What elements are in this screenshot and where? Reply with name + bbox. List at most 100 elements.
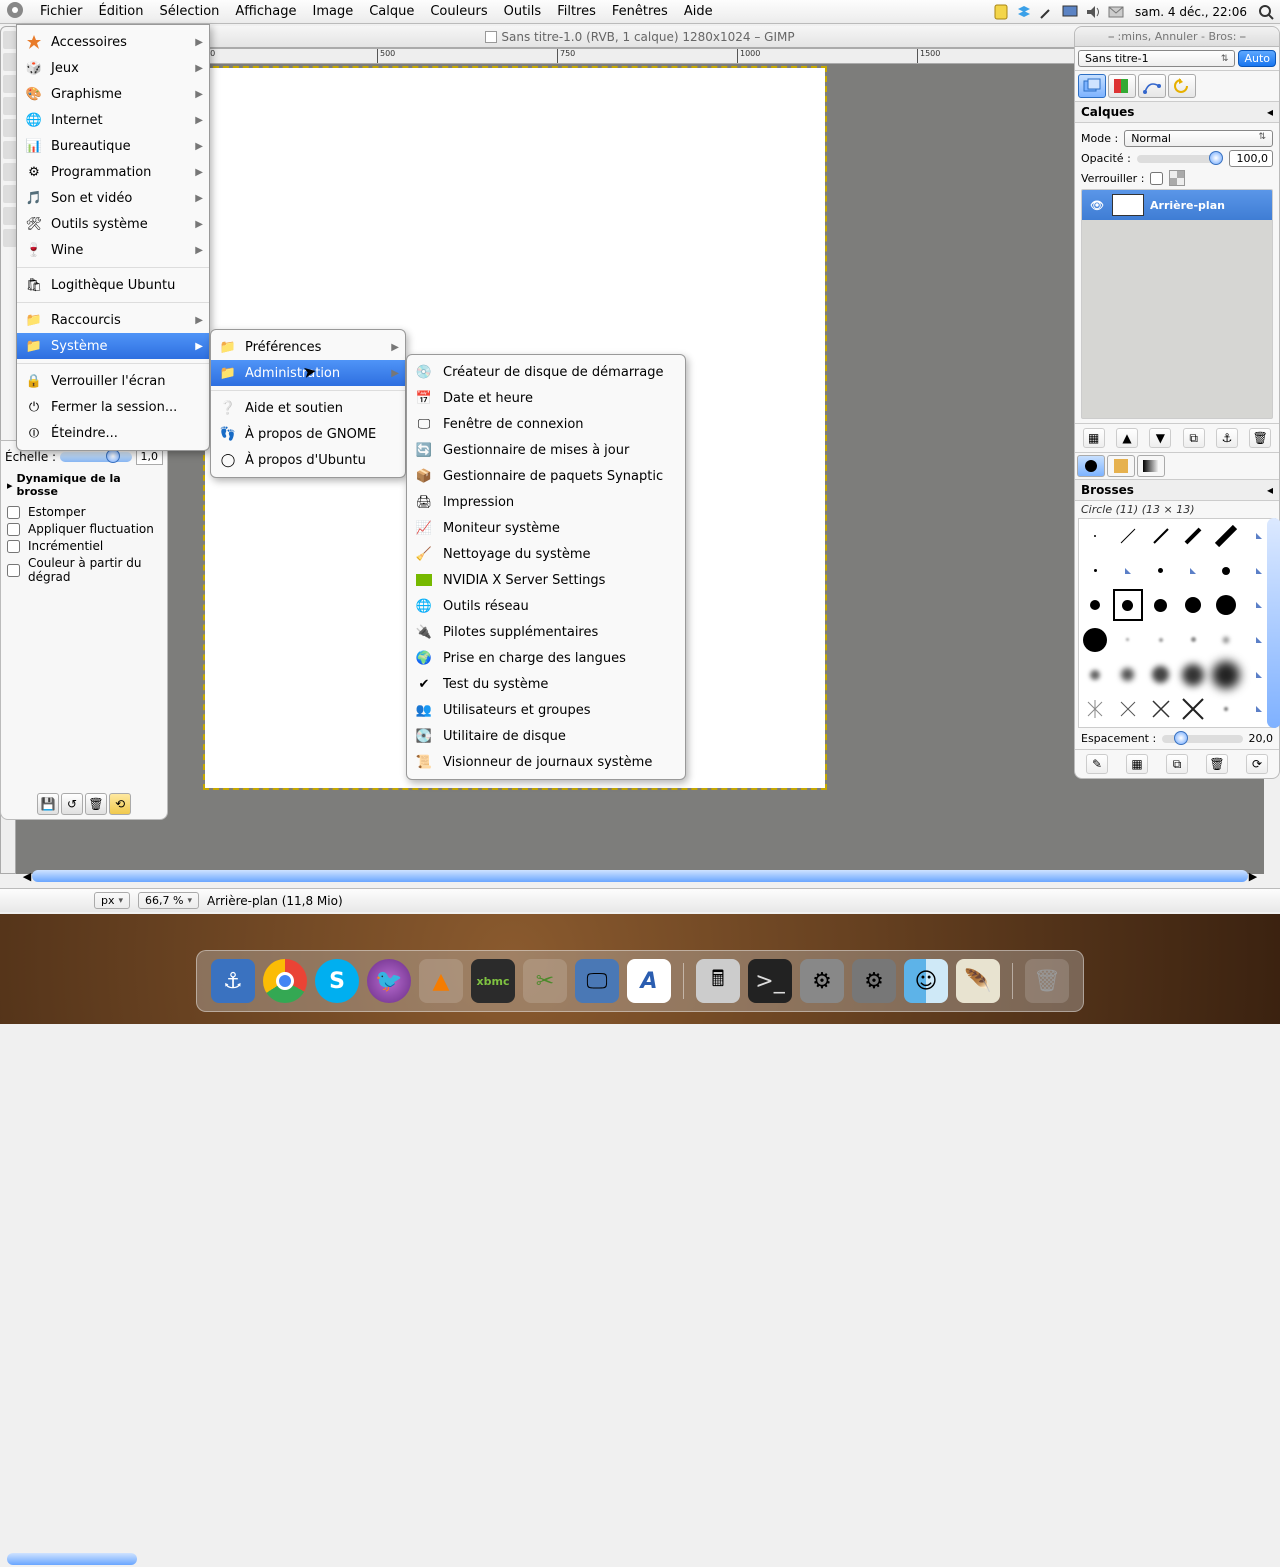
admin-utilisateurs[interactable]: 👥Utilisateurs et groupes [407,697,685,723]
dock-gear-icon[interactable]: ⚙ [852,959,896,1003]
opacity-value[interactable]: 100,0 [1229,150,1273,167]
auto-button[interactable]: Auto [1238,50,1276,67]
admin-fenetre-connexion[interactable]: 🖵Fenêtre de connexion [407,411,685,437]
dock-text-icon[interactable]: A [627,959,671,1003]
dock-gimp-icon[interactable]: 🪶 [956,959,1000,1003]
dock-display-icon[interactable]: 🖵 [575,959,619,1003]
brush-tray-icon[interactable] [1039,4,1055,20]
menu-aide[interactable]: Aide [676,4,721,19]
menu-couleurs[interactable]: Couleurs [422,4,495,19]
menu-wine[interactable]: 🍷Wine▶ [17,237,209,263]
admin-nvidia[interactable]: NVIDIA X Server Settings [407,567,685,593]
menu-fenetres[interactable]: Fenêtres [604,4,676,19]
admin-impression[interactable]: 🖨Impression [407,489,685,515]
layer-row[interactable]: 👁 Arrière-plan [1082,190,1272,220]
canvas-hscrollbar[interactable]: ◀▶ [20,870,1260,884]
menu-programmation[interactable]: ⚙Programmation▶ [17,159,209,185]
admin-nettoyage[interactable]: 🧹Nettoyage du système [407,541,685,567]
menu-selection[interactable]: Sélection [151,4,227,19]
lower-layer-icon[interactable]: ▼ [1149,428,1171,448]
volume-icon[interactable] [1085,4,1101,20]
menu-raccourcis[interactable]: 📁Raccourcis▶ [17,307,209,333]
image-selector[interactable]: Sans titre-1⇅ [1078,50,1235,67]
admin-outils-reseau[interactable]: 🌐Outils réseau [407,593,685,619]
layers-list[interactable]: 👁 Arrière-plan [1081,189,1273,419]
menu-image[interactable]: Image [304,4,361,19]
dock-settings-icon[interactable]: ⚙ [800,959,844,1003]
menu-calque[interactable]: Calque [361,4,422,19]
tab-undo-icon[interactable] [1168,74,1196,98]
eye-icon[interactable]: 👁 [1088,199,1106,212]
edit-brush-icon[interactable]: ✎ [1086,754,1108,774]
menu-edition[interactable]: Édition [91,4,152,19]
admin-journaux[interactable]: 📜Visionneur de journaux système [407,749,685,775]
menu-logout[interactable]: ⏻Fermer la session... [17,394,209,420]
anchor-layer-icon[interactable]: ⚓ [1216,428,1238,448]
dock-terminal-icon[interactable]: >_ [748,959,792,1003]
tab-patterns-icon[interactable] [1107,455,1135,477]
duplicate-brush-icon[interactable]: ⧉ [1166,754,1188,774]
check-fluctuation[interactable] [7,523,20,536]
dock-calculator-icon[interactable]: 🖩 [696,959,740,1003]
menu-logitheque[interactable]: 🛍Logithèque Ubuntu [17,272,209,298]
submenu-aide[interactable]: ❔Aide et soutien [211,395,405,421]
menu-systeme[interactable]: 📁Système▶ [17,333,209,359]
brush-selected[interactable] [1112,588,1145,622]
dropbox-icon[interactable] [1016,4,1032,20]
new-layer-icon[interactable]: ▦ [1083,428,1105,448]
menu-bureautique[interactable]: 📊Bureautique▶ [17,133,209,159]
tab-brushes-icon[interactable] [1077,455,1105,477]
menu-son-video[interactable]: 🎵Son et vidéo▶ [17,185,209,211]
admin-moniteur[interactable]: 📈Moniteur système [407,515,685,541]
admin-utilitaire-disque[interactable]: 💽Utilitaire de disque [407,723,685,749]
tab-layers-icon[interactable] [1078,74,1106,98]
admin-date-heure[interactable]: 📅Date et heure [407,385,685,411]
admin-pilotes[interactable]: 🔌Pilotes supplémentaires [407,619,685,645]
menu-shutdown[interactable]: ⏼Éteindre... [17,420,209,446]
save-preset-icon[interactable]: 💾 [37,793,59,815]
check-couleur-degrad[interactable] [7,564,20,577]
lock-pixels-icon[interactable] [1169,170,1185,186]
admin-gestionnaire-maj[interactable]: 🔄Gestionnaire de mises à jour [407,437,685,463]
check-estomper[interactable] [7,506,20,519]
mail-icon[interactable] [1108,4,1124,20]
new-brush-icon[interactable]: ▦ [1126,754,1148,774]
dock-scissors-icon[interactable]: ✂ [523,959,567,1003]
zoom-selector[interactable]: 66,7 %▾ [138,892,199,909]
delete-icon[interactable]: 🗑 [85,793,107,815]
dock-vlc-icon[interactable]: ▲ [419,959,463,1003]
panel-menu-icon[interactable]: ◂ [1267,105,1273,119]
dock-anchor-icon[interactable]: ⚓ [211,959,255,1003]
check-incrementiel[interactable] [7,540,20,553]
search-icon[interactable] [1258,4,1274,20]
clipboard-icon[interactable] [993,4,1009,20]
mode-selector[interactable]: Normal⇅ [1124,130,1273,147]
menu-affichage[interactable]: Affichage [227,4,304,19]
brush-vscroll[interactable] [1267,518,1280,728]
display-icon[interactable] [1062,4,1078,20]
dock-finder-icon[interactable]: ☺ [904,959,948,1003]
ubuntu-logo-icon[interactable] [6,1,26,23]
menu-jeux[interactable]: 🎲Jeux▶ [17,55,209,81]
lock-alpha-check[interactable] [1150,172,1163,185]
dock-trash-icon[interactable]: 🗑 [1025,959,1069,1003]
unit-selector[interactable]: px▾ [94,892,130,909]
submenu-preferences[interactable]: 📁Préférences▶ [211,334,405,360]
dock-skype-icon[interactable]: S [315,959,359,1003]
menu-outils-systeme[interactable]: 🛠Outils système▶ [17,211,209,237]
brush-grid[interactable] [1078,518,1276,728]
menu-outils[interactable]: Outils [496,4,550,19]
tab-channels-icon[interactable] [1108,74,1136,98]
dock-xbmc-icon[interactable]: xbmc [471,959,515,1003]
spacing-value[interactable]: 20,0 [1249,732,1274,745]
clock[interactable]: sam. 4 déc., 22:06 [1131,5,1251,19]
revert-icon[interactable]: ↺ [61,793,83,815]
menu-graphisme[interactable]: 🎨Graphisme▶ [17,81,209,107]
submenu-about-ubuntu[interactable]: ◯À propos d'Ubuntu [211,447,405,473]
panel-menu-icon[interactable]: ◂ [1267,483,1273,497]
reset-icon[interactable]: ⟲ [109,793,131,815]
brush-dynamics-header[interactable]: ▸ Dynamique de la brosse [5,468,163,502]
menu-filtres[interactable]: Filtres [549,4,604,19]
dock-pidgin-icon[interactable]: 🐦 [367,959,411,1003]
admin-createur-disque[interactable]: 💿Créateur de disque de démarrage [407,359,685,385]
